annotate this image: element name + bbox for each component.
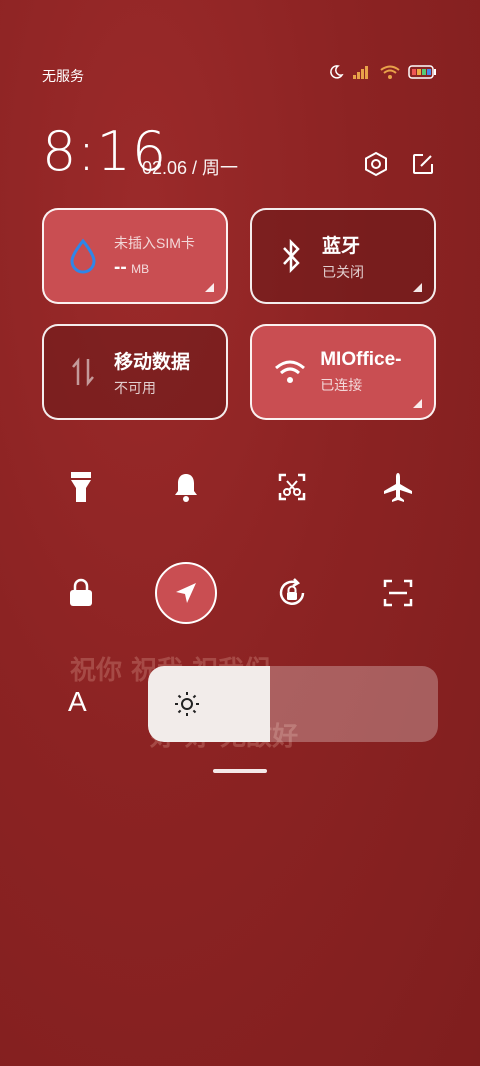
tile-mobile-data-title: 移动数据: [114, 351, 191, 373]
tile-bluetooth-status: 已关闭: [322, 263, 364, 280]
airplane-toggle[interactable]: [378, 467, 418, 507]
tile-wifi-title: MIOffice-: [320, 349, 402, 370]
location-toggle[interactable]: [155, 562, 217, 624]
flashlight-toggle[interactable]: [61, 467, 101, 507]
carrier-status: 无服务: [42, 68, 84, 84]
sun-icon: [174, 691, 200, 722]
signal-icon: [352, 65, 372, 84]
lock-icon: [70, 578, 92, 606]
brightness-slider-fill: [148, 666, 270, 742]
battery-icon: [408, 65, 436, 84]
lock-screen-toggle[interactable]: [61, 573, 101, 613]
bell-icon: [175, 474, 197, 502]
location-icon: [176, 583, 196, 603]
tile-mobile-data[interactable]: 移动数据 不可用: [42, 324, 228, 420]
tile-wifi-status: 已连接: [320, 377, 363, 393]
tile-expand-corner: [205, 283, 214, 292]
scanner-toggle[interactable]: [378, 573, 418, 613]
tile-mobile-data-status: 不可用: [114, 379, 156, 396]
bluetooth-icon: [274, 239, 308, 273]
tile-sim-data[interactable]: 未插入SIM卡 -- MB: [42, 208, 228, 304]
auto-brightness-button[interactable]: A: [68, 686, 87, 718]
drag-handle[interactable]: [213, 769, 267, 773]
data-arrows-icon: [66, 357, 100, 387]
tile-sim-label: 未插入SIM卡: [114, 235, 195, 251]
wifi-status-icon: [380, 65, 400, 84]
water-drop-icon: [66, 238, 100, 274]
tile-expand-corner: [413, 283, 422, 292]
screenshot-toggle[interactable]: [272, 467, 312, 507]
tile-wifi[interactable]: MIOffice- 已连接: [250, 324, 436, 420]
tile-bluetooth[interactable]: 蓝牙 已关闭: [250, 208, 436, 304]
tile-sim-value: --: [114, 257, 127, 278]
date-label: 02.06 / 周一: [142, 158, 239, 178]
rotation-lock-icon: [279, 578, 305, 605]
flashlight-icon: [71, 472, 91, 502]
rotation-lock-toggle[interactable]: [272, 573, 312, 613]
scan-icon: [383, 579, 413, 607]
tile-sim-unit: MB: [131, 262, 150, 276]
wifi-icon: [274, 359, 306, 385]
edit-icon[interactable]: [408, 149, 438, 179]
status-icons: [328, 64, 436, 85]
settings-icon[interactable]: [361, 149, 391, 179]
sound-toggle[interactable]: [166, 467, 206, 507]
moon-icon: [328, 64, 344, 85]
tile-expand-corner: [413, 399, 422, 408]
tile-bluetooth-title: 蓝牙: [322, 235, 361, 257]
brightness-slider[interactable]: [148, 666, 438, 742]
screenshot-cut-icon: [278, 473, 306, 501]
airplane-icon: [384, 473, 412, 502]
